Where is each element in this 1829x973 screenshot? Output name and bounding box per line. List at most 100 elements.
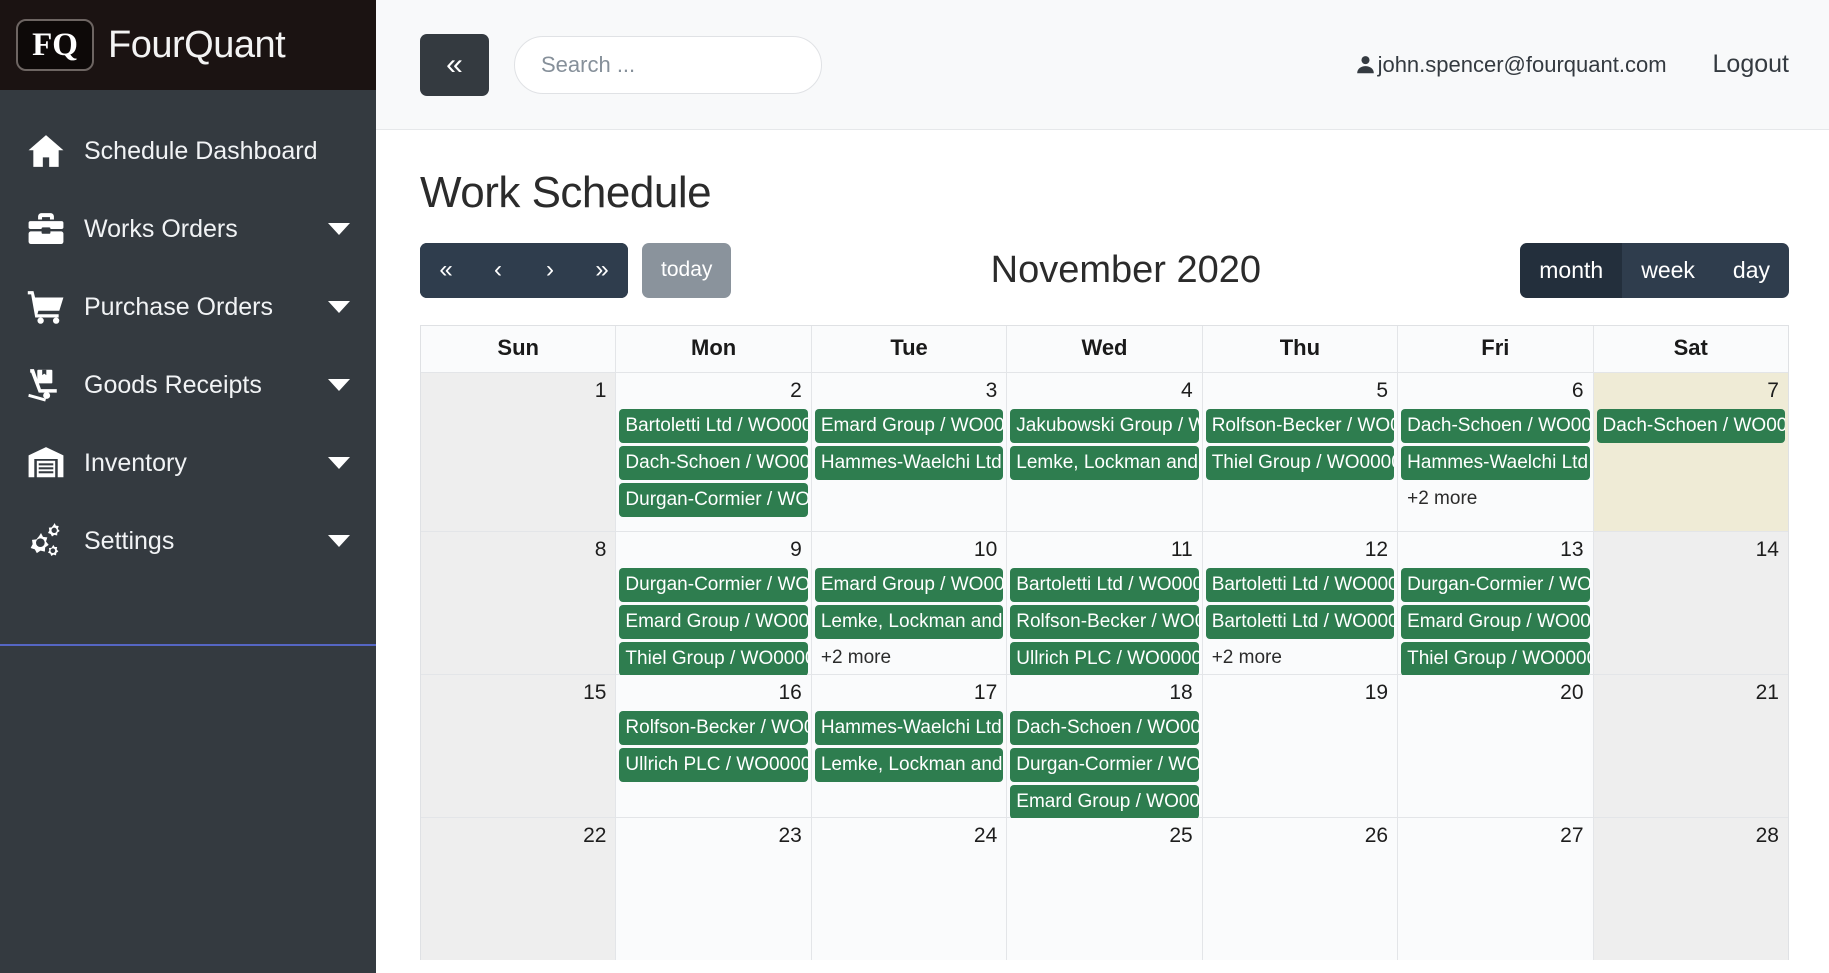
calendar-event[interactable]: Emard Group / WO0000 (814, 568, 1004, 602)
calendar-day-cell[interactable]: 6 Dach-Schoen / WO0000Hammes-Waelchi Ltd … (1398, 373, 1594, 531)
calendar-event[interactable]: Thiel Group / WO00000 (1401, 642, 1590, 676)
calendar-day-cell[interactable]: 21 (1593, 675, 1788, 817)
calendar-event[interactable]: Jakubowski Group / WO (1010, 409, 1199, 443)
calendar-day-cell[interactable]: 1 (421, 373, 617, 531)
calendar-event[interactable]: Durgan-Cormier / WO00 (619, 568, 808, 602)
calendar-first-button[interactable]: « (420, 242, 472, 298)
calendar-day-cell[interactable]: 15 (421, 675, 617, 817)
chevron-down-icon[interactable] (328, 379, 350, 391)
calendar-event[interactable]: Lemke, Lockman and W (814, 605, 1004, 639)
calendar-event[interactable]: Rolfson-Becker / WO00 (1205, 409, 1395, 443)
calendar-day-headers: Sun Mon Tue Wed Thu Fri Sat (421, 326, 1788, 372)
search-input[interactable] (514, 35, 822, 94)
chevron-down-icon[interactable] (328, 223, 350, 235)
calendar-event[interactable]: Lemke, Lockman and W (1010, 446, 1199, 480)
day-events: Jakubowski Group / WOLemke, Lockman and … (1007, 409, 1201, 480)
collapse-sidebar-button[interactable]: « (420, 33, 489, 96)
more-events-link[interactable]: +2 more (1206, 642, 1394, 673)
calendar-event[interactable]: Dach-Schoen / WO0000 (1010, 711, 1199, 745)
calendar-event[interactable]: Bartoletti Ltd / WO0000 (1205, 605, 1395, 639)
calendar-event[interactable]: Dach-Schoen / WO0000 (1401, 409, 1590, 443)
calendar-event[interactable]: Durgan-Cormier / WO00 (1401, 568, 1590, 602)
calendar-event[interactable]: Emard Group / WO0000 (1401, 605, 1590, 639)
calendar-day-cell[interactable]: 27 (1398, 818, 1594, 960)
chevron-down-icon[interactable] (328, 457, 350, 469)
calendar-day-cell[interactable]: 26 (1202, 818, 1399, 960)
more-events-link[interactable]: +2 more (815, 642, 1003, 673)
calendar-day-cell[interactable]: 24 (811, 818, 1008, 960)
calendar-event[interactable]: Thiel Group / WO00000 (619, 642, 808, 676)
brand-logo[interactable]: FQ FourQuant (0, 0, 376, 90)
calendar-event[interactable]: Lemke, Lockman and W (814, 748, 1004, 782)
calendar-event[interactable]: Dach-Schoen / WO0000 (1596, 409, 1785, 443)
calendar-prev-button[interactable]: ‹ (472, 242, 524, 298)
calendar-event[interactable]: Hammes-Waelchi Ltd / ‘ (814, 711, 1004, 745)
calendar-event[interactable]: Ullrich PLC / WO00000 (619, 748, 808, 782)
day-number: 27 (1560, 824, 1584, 847)
calendar-next-button[interactable]: › (524, 242, 576, 298)
calendar-event[interactable]: Bartoletti Ltd / WO0000 (1010, 568, 1199, 602)
day-number: 15 (583, 681, 607, 704)
sidebar-item-settings[interactable]: Settings (0, 502, 376, 580)
more-events-link[interactable]: +2 more (1401, 483, 1589, 514)
logout-link[interactable]: Logout (1713, 50, 1789, 79)
calendar-day-cell[interactable]: 8 (421, 532, 617, 674)
calendar-day-cell[interactable]: 22 (421, 818, 617, 960)
view-week-button[interactable]: week (1622, 242, 1714, 298)
user-account[interactable]: john.spencer@fourquant.com (1355, 52, 1667, 78)
sidebar-item-inventory[interactable]: Inventory (0, 424, 376, 502)
calendar-event[interactable]: Durgan-Cormier / WO00 (619, 483, 808, 517)
calendar-day-cell[interactable]: 16 Rolfson-Becker / WO00 Ullrich PLC / WO0… (616, 675, 812, 817)
calendar-day-cell[interactable]: 23 (616, 818, 812, 960)
brand-badge: FQ (16, 19, 94, 71)
calendar-event[interactable]: Emard Group / WO0000 (814, 409, 1004, 443)
day-number: 2 (790, 379, 802, 402)
calendar-event[interactable]: Emard Group / WO0000 (1010, 785, 1199, 819)
calendar-event[interactable]: Rolfson-Becker / WO00 (619, 711, 808, 745)
day-number: 16 (778, 681, 802, 704)
calendar-event[interactable]: Emard Group / WO0000 (619, 605, 808, 639)
calendar-day-cell[interactable]: 19 (1202, 675, 1399, 817)
calendar-event[interactable]: Hammes-Waelchi Ltd / ‘ (1401, 446, 1590, 480)
sidebar-item-works-orders[interactable]: Works Orders (0, 190, 376, 268)
calendar-last-button[interactable]: » (576, 242, 628, 298)
calendar-day-cell[interactable]: 18 Dach-Schoen / WO0000Durgan-Cormier / W… (1007, 675, 1203, 819)
calendar-event[interactable]: Dach-Schoen / WO0000 (619, 446, 808, 480)
calendar-day-cell[interactable]: 12 Bartoletti Ltd / WO0000 Bartoletti Ltd … (1202, 532, 1399, 674)
calendar-event[interactable]: Ullrich PLC / WO000003 (1010, 642, 1199, 676)
calendar-event[interactable]: Rolfson-Becker / WO00 (1010, 605, 1199, 639)
calendar-day-cell[interactable]: 28 (1593, 818, 1788, 960)
calendar-event[interactable]: Bartoletti Ltd / WO0000 (1205, 568, 1395, 602)
calendar-event[interactable]: Hammes-Waelchi Ltd / ‘ (814, 446, 1004, 480)
day-number: 18 (1169, 681, 1193, 704)
calendar-day-cell[interactable]: 2 Bartoletti Ltd / WO0000 Dach-Schoen / WO… (616, 373, 812, 531)
day-number: 6 (1571, 379, 1584, 402)
sidebar-item-goods-receipts[interactable]: Goods Receipts (0, 346, 376, 424)
calendar-event[interactable]: Durgan-Cormier / WO00 (1010, 748, 1199, 782)
calendar-day-cell[interactable]: 7 Dach-Schoen / WO0000 (1593, 373, 1788, 531)
calendar-day-cell[interactable]: 5 Rolfson-Becker / WO00 Thiel Group / WO00… (1202, 373, 1399, 531)
calendar-day-cell[interactable]: 3 Emard Group / WO0000Hammes-Waelchi Ltd … (811, 373, 1008, 531)
sidebar-item-purchase-orders[interactable]: Purchase Orders (0, 268, 376, 346)
calendar-day-cell[interactable]: 9 Durgan-Cormier / WO00Emard Group / WO00… (616, 532, 812, 676)
calendar-day-cell[interactable]: 11 Bartoletti Ltd / WO0000 Rolfson-Becker … (1007, 532, 1203, 676)
view-day-button[interactable]: day (1713, 242, 1789, 298)
calendar-day-cell[interactable]: 20 (1398, 675, 1594, 817)
brand-name: FourQuant (108, 23, 286, 66)
calendar-event[interactable]: Bartoletti Ltd / WO0000 (619, 409, 808, 443)
day-number: 5 (1376, 379, 1389, 402)
calendar-event[interactable]: Thiel Group / WO00000 (1205, 446, 1395, 480)
chevron-down-icon[interactable] (328, 301, 350, 313)
today-button[interactable]: today (642, 242, 732, 298)
calendar-week-row: 15 16 Rolfson-Becker / WO00 Ullrich PLC / W… (421, 674, 1788, 819)
calendar-day-cell[interactable]: 17 Hammes-Waelchi Ltd / ‘Lemke, Lockman a… (811, 675, 1008, 817)
view-month-button[interactable]: month (1520, 242, 1623, 298)
chevron-down-icon[interactable] (328, 535, 350, 547)
sidebar-item-schedule-dashboard[interactable]: Schedule Dashboard (0, 112, 376, 190)
calendar-day-cell[interactable]: 10 Emard Group / WO0000Lemke, Lockman and… (811, 532, 1008, 674)
calendar-day-cell[interactable]: 14 (1593, 532, 1788, 674)
calendar-day-cell[interactable]: 13 Durgan-Cormier / WO00Emard Group / WO0… (1398, 532, 1594, 676)
calendar-day-cell[interactable]: 25 (1007, 818, 1203, 960)
day-number: 8 (594, 538, 607, 561)
calendar-day-cell[interactable]: 4 Jakubowski Group / WOLemke, Lockman and… (1007, 373, 1203, 531)
